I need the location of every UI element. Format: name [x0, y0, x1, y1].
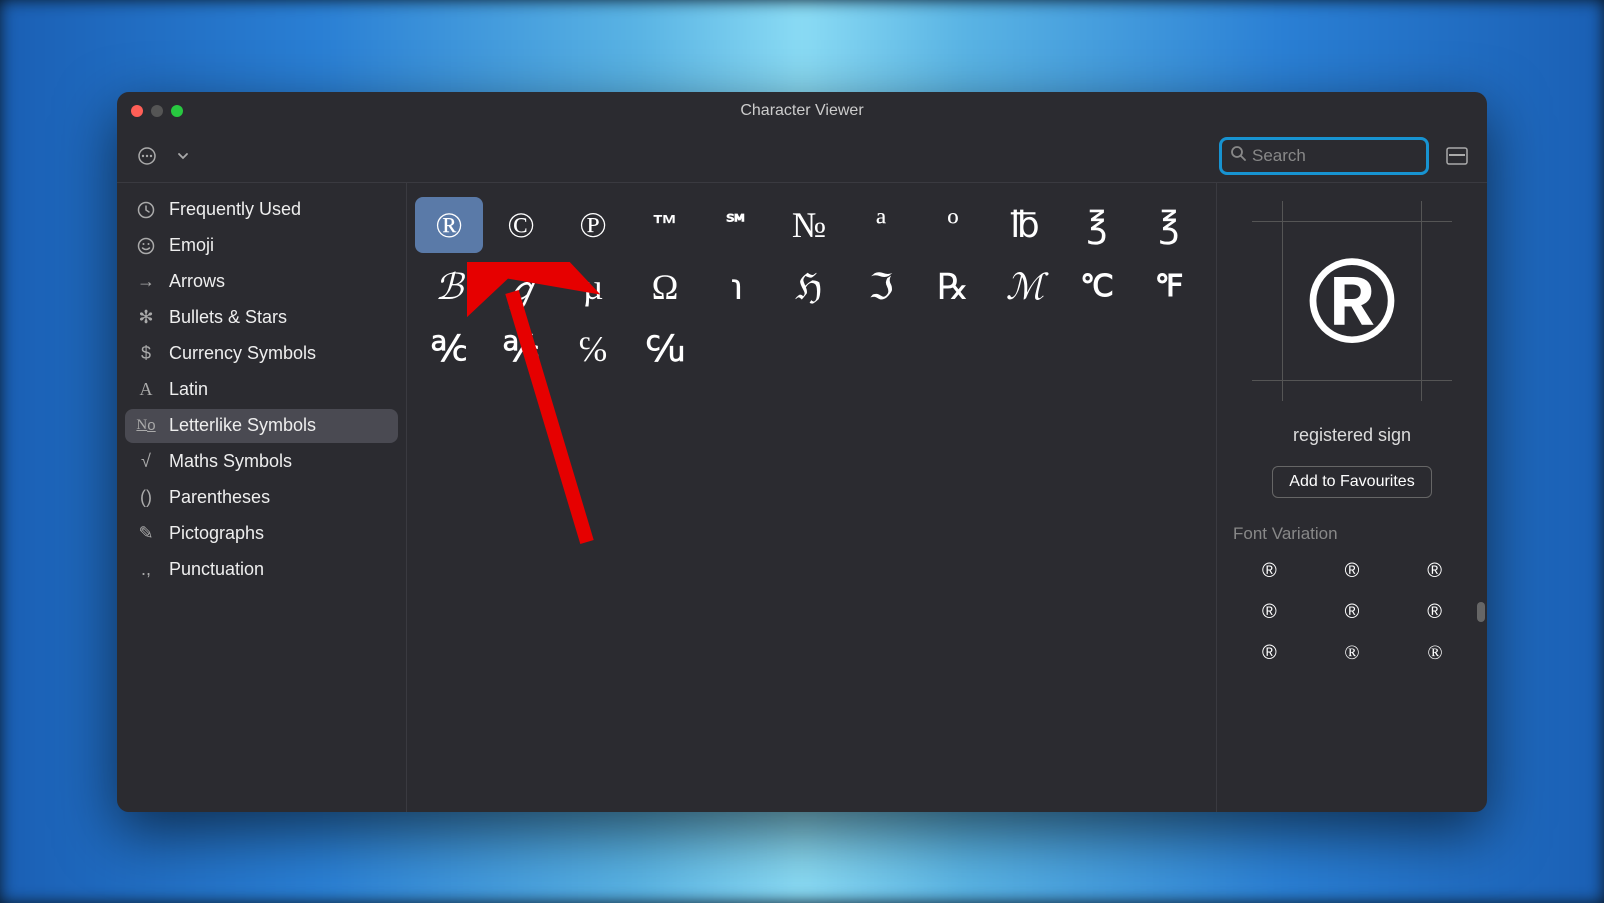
font-variation-item[interactable]: ® — [1408, 560, 1461, 583]
parens-icon: () — [135, 487, 157, 509]
sidebar-item-latin[interactable]: A Latin — [125, 373, 398, 407]
sidebar-item-arrows[interactable]: → Arrows — [125, 265, 398, 299]
pictograph-icon: ✎ — [135, 523, 157, 545]
sidebar: Frequently Used Emoji → Arrows ✻ Bullets… — [117, 183, 407, 812]
char-cell-co[interactable]: ℅ — [559, 321, 627, 377]
character-name: registered sign — [1293, 425, 1411, 446]
window-controls — [131, 105, 183, 117]
font-variation-item[interactable]: ® — [1243, 642, 1296, 665]
char-cell-celsius[interactable]: ℃ — [1063, 259, 1131, 315]
content-area: Frequently Used Emoji → Arrows ✻ Bullets… — [117, 182, 1487, 812]
sqrt-icon: √ — [135, 451, 157, 473]
collapse-view-icon[interactable] — [1443, 142, 1471, 170]
char-cell-masculine-ordinal[interactable]: º — [919, 197, 987, 253]
sidebar-item-emoji[interactable]: Emoji — [125, 229, 398, 263]
font-variation-item[interactable]: ® — [1408, 642, 1461, 665]
char-cell-rx[interactable]: ℞ — [919, 259, 987, 315]
char-cell-ounce[interactable]: ℥ — [1063, 197, 1131, 253]
toolbar — [117, 130, 1487, 182]
window-title: Character Viewer — [740, 102, 863, 120]
sidebar-item-label: Currency Symbols — [169, 343, 316, 364]
char-cell-script-m[interactable]: ℳ — [991, 259, 1059, 315]
main-panel: ® © ℗ ™ ℠ № ª º ℔ ℥ ℥ ℬ ℊ µ Ω ℩ — [407, 183, 1487, 812]
arrow-icon: → — [135, 271, 157, 293]
font-variation-item[interactable]: ® — [1243, 601, 1296, 624]
sidebar-item-label: Frequently Used — [169, 199, 301, 220]
char-cell-feminine-ordinal[interactable]: ª — [847, 197, 915, 253]
character-preview: ® — [1252, 201, 1452, 401]
font-variation-item[interactable]: ® — [1243, 560, 1296, 583]
sidebar-item-label: Emoji — [169, 235, 214, 256]
char-cell-ounce-2[interactable]: ℥ — [1135, 197, 1203, 253]
search-box[interactable] — [1219, 137, 1429, 175]
sidebar-item-punctuation[interactable]: ., Punctuation — [125, 553, 398, 587]
sidebar-item-label: Latin — [169, 379, 208, 400]
sidebar-item-label: Punctuation — [169, 559, 264, 580]
sidebar-item-bullets-stars[interactable]: ✻ Bullets & Stars — [125, 301, 398, 335]
font-variation-item[interactable]: ® — [1326, 601, 1379, 624]
search-input[interactable] — [1252, 146, 1473, 166]
close-button[interactable] — [131, 105, 143, 117]
punctuation-icon: ., — [135, 559, 157, 581]
sidebar-item-maths[interactable]: √ Maths Symbols — [125, 445, 398, 479]
char-cell-script-g[interactable]: ℊ — [487, 259, 555, 315]
char-cell-ac[interactable]: ℀ — [415, 321, 483, 377]
character-viewer-window: Character Viewer — [117, 92, 1487, 812]
char-cell-service-mark[interactable]: ℠ — [703, 197, 771, 253]
star-icon: ✻ — [135, 307, 157, 329]
font-variation-item[interactable]: ® — [1408, 601, 1461, 624]
maximize-button[interactable] — [171, 105, 183, 117]
char-cell-sound-recording[interactable]: ℗ — [559, 197, 627, 253]
char-cell-info[interactable]: ℩ — [703, 259, 771, 315]
clock-icon — [135, 199, 157, 221]
options-menu-icon[interactable] — [133, 142, 161, 170]
titlebar: Character Viewer — [117, 92, 1487, 130]
numero-icon: No — [135, 415, 157, 437]
sidebar-item-frequently-used[interactable]: Frequently Used — [125, 193, 398, 227]
detail-panel: ® registered sign Add to Favourites Font… — [1217, 183, 1487, 812]
sidebar-item-label: Arrows — [169, 271, 225, 292]
sidebar-item-label: Letterlike Symbols — [169, 415, 316, 436]
sidebar-item-letterlike[interactable]: No Letterlike Symbols — [125, 409, 398, 443]
char-cell-copyright[interactable]: © — [487, 197, 555, 253]
char-cell-trademark[interactable]: ™ — [631, 197, 699, 253]
sidebar-item-parentheses[interactable]: () Parentheses — [125, 481, 398, 515]
font-variation-label: Font Variation — [1229, 524, 1475, 544]
char-cell-lb-bar[interactable]: ℔ — [991, 197, 1059, 253]
sidebar-item-pictographs[interactable]: ✎ Pictographs — [125, 517, 398, 551]
char-cell-micro[interactable]: µ — [559, 259, 627, 315]
preview-glyph: ® — [1308, 232, 1396, 370]
sidebar-item-label: Maths Symbols — [169, 451, 292, 472]
char-cell-fraktur-h[interactable]: ℌ — [775, 259, 843, 315]
add-to-favourites-button[interactable]: Add to Favourites — [1272, 466, 1431, 498]
char-cell-registered[interactable]: ® — [415, 197, 483, 253]
latin-icon: A — [135, 379, 157, 401]
sidebar-item-label: Bullets & Stars — [169, 307, 287, 328]
char-cell-script-b[interactable]: ℬ — [415, 259, 483, 315]
sidebar-item-label: Parentheses — [169, 487, 270, 508]
search-icon — [1230, 145, 1246, 166]
sidebar-item-currency[interactable]: $ Currency Symbols — [125, 337, 398, 371]
char-cell-as[interactable]: ℁ — [487, 321, 555, 377]
char-cell-fraktur-i[interactable]: ℑ — [847, 259, 915, 315]
dollar-icon: $ — [135, 343, 157, 365]
font-variation-grid: ® ® ® ® ® ® ® ® ® — [1229, 560, 1475, 665]
sidebar-item-label: Pictographs — [169, 523, 264, 544]
minimize-button[interactable] — [151, 105, 163, 117]
character-grid: ® © ℗ ™ ℠ № ª º ℔ ℥ ℥ ℬ ℊ µ Ω ℩ — [407, 183, 1217, 812]
char-cell-cu[interactable]: ℆ — [631, 321, 699, 377]
char-cell-ohm[interactable]: Ω — [631, 259, 699, 315]
font-variation-item[interactable]: ® — [1326, 642, 1379, 665]
scrollbar-thumb[interactable] — [1477, 602, 1485, 622]
char-cell-fahrenheit[interactable]: ℉ — [1135, 259, 1203, 315]
dropdown-chevron-icon[interactable] — [169, 142, 197, 170]
char-cell-numero[interactable]: № — [775, 197, 843, 253]
font-variation-item[interactable]: ® — [1326, 560, 1379, 583]
smiley-icon — [135, 235, 157, 257]
